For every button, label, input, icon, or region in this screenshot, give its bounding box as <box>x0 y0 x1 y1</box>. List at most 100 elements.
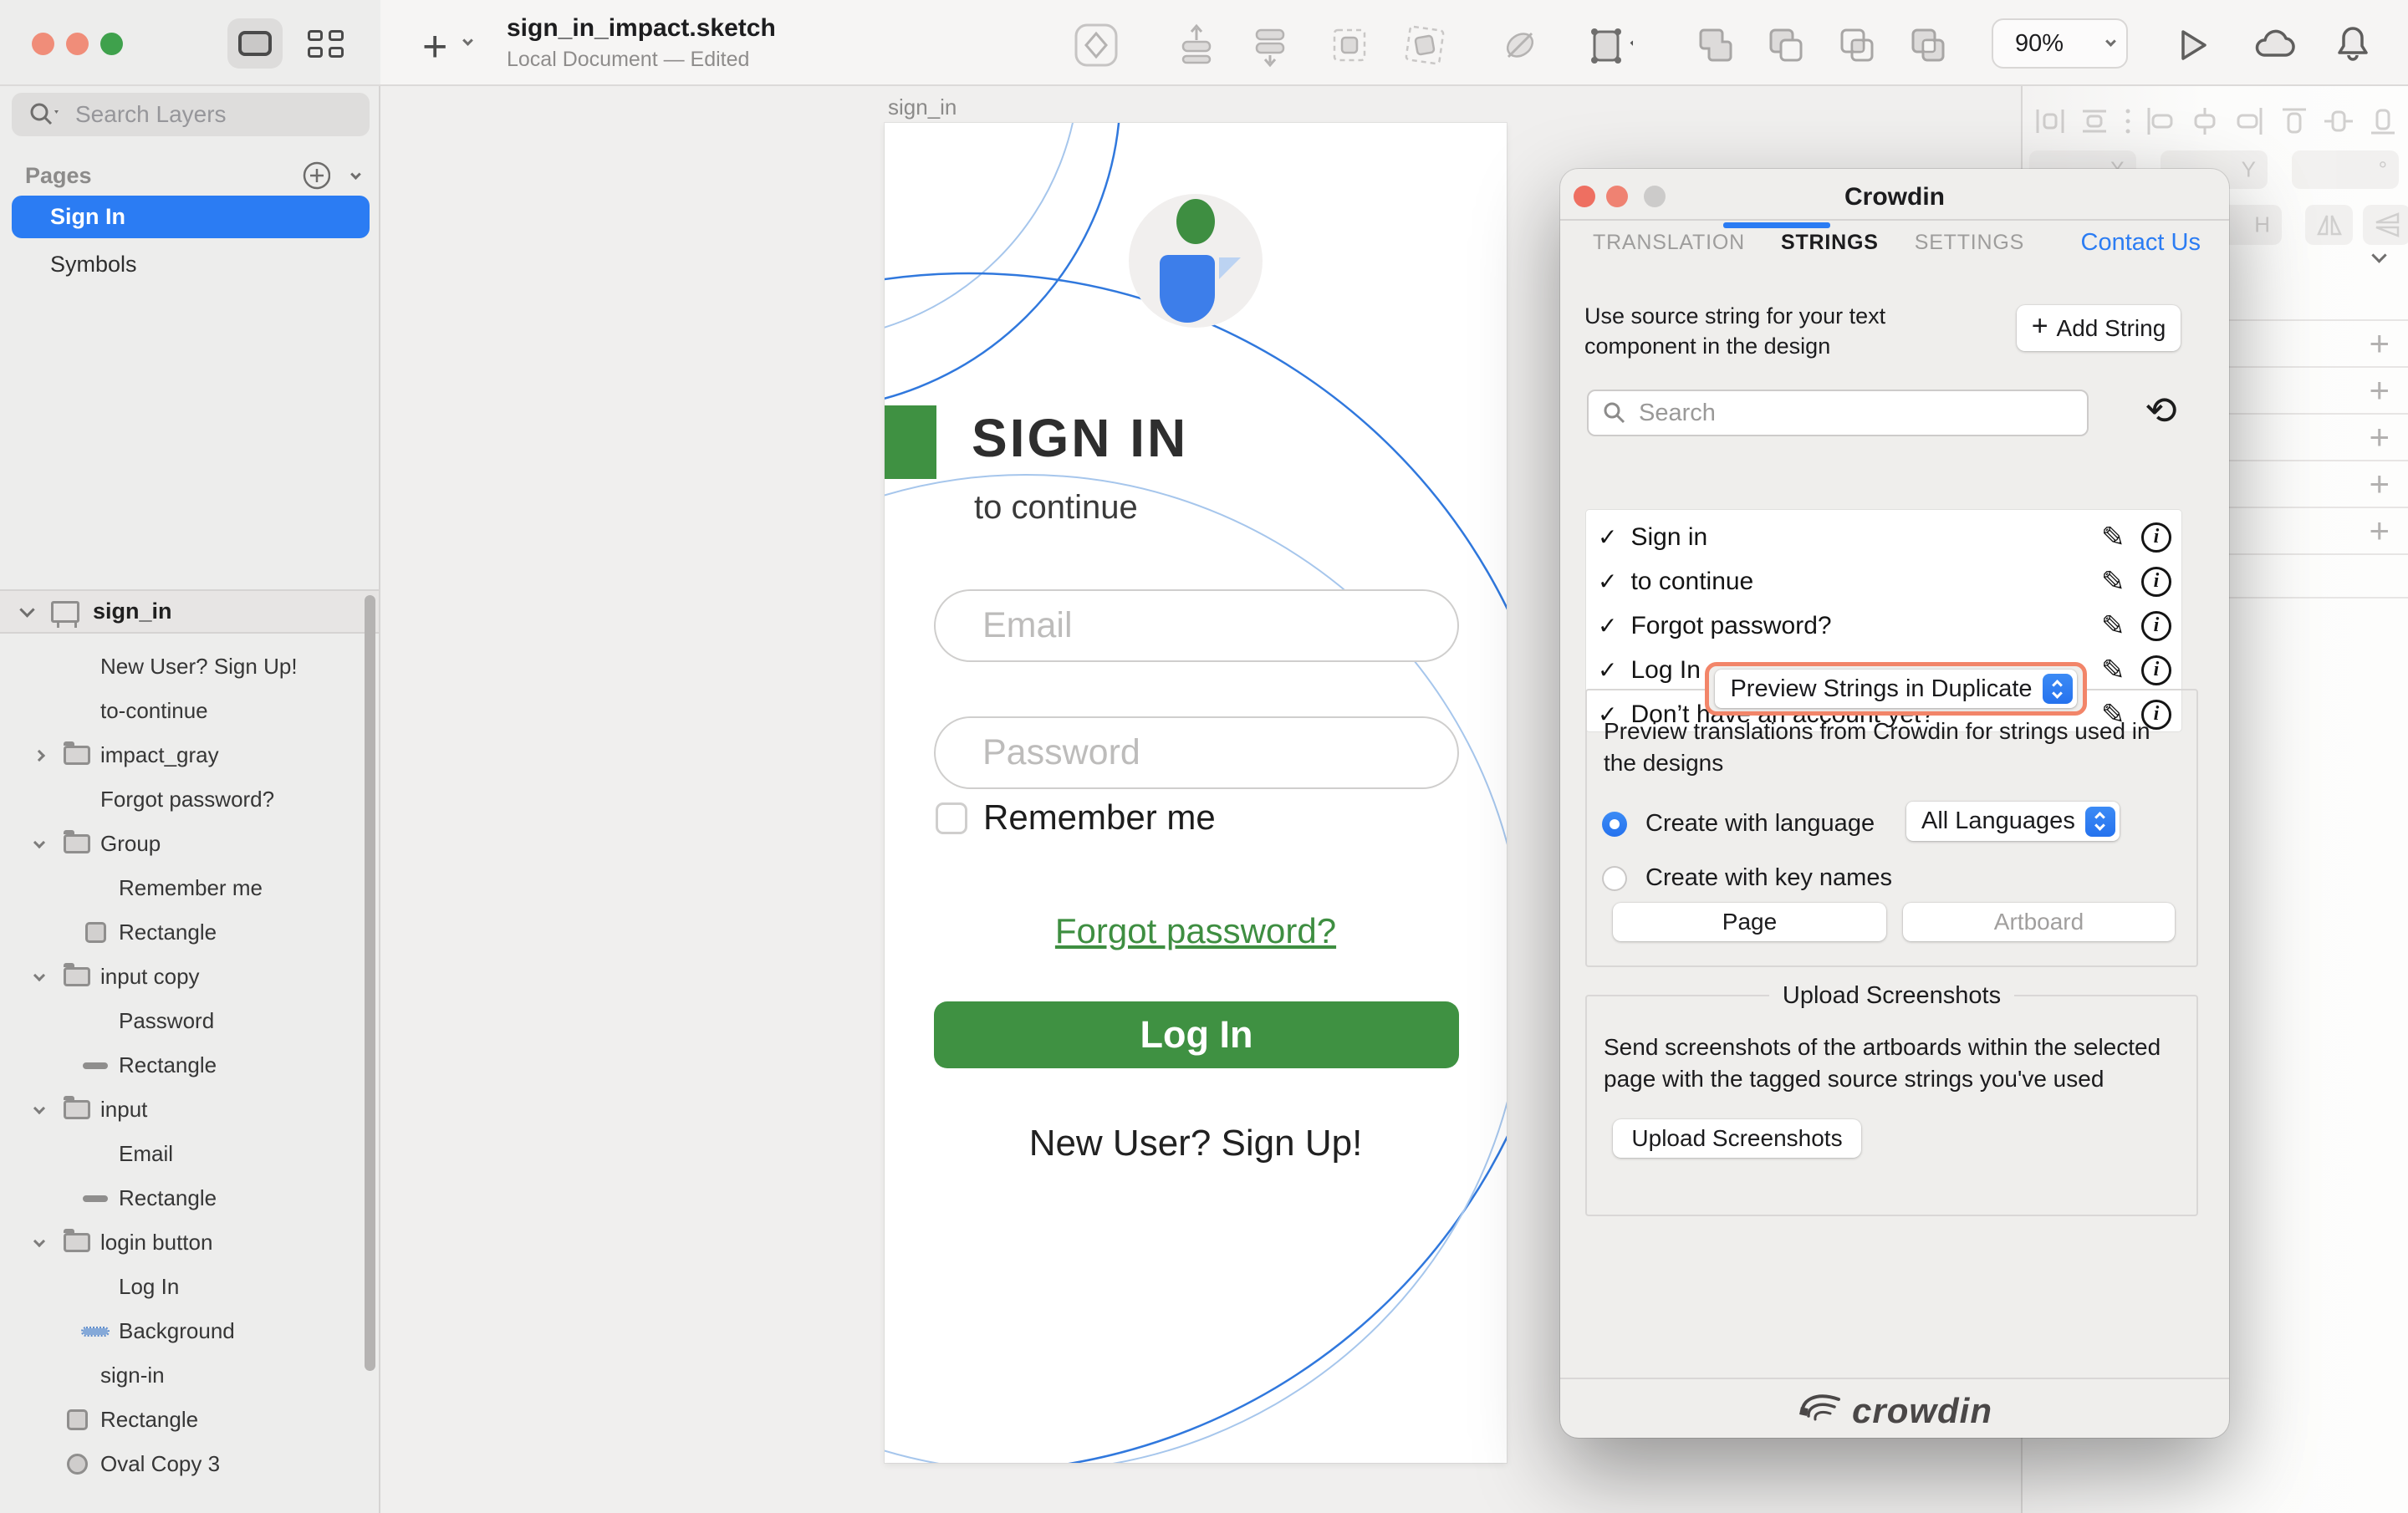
group-icon[interactable] <box>1326 22 1373 69</box>
tab-settings[interactable]: SETTINGS <box>1915 231 2024 255</box>
strings-search-input[interactable]: Search <box>1587 390 2089 436</box>
sidebar-page-symbols[interactable]: Symbols <box>12 243 370 286</box>
layer-row[interactable]: sign-in <box>0 1353 365 1398</box>
layer-row[interactable]: Rectangle <box>0 1398 365 1442</box>
layer-row[interactable]: Log In <box>0 1265 365 1309</box>
all-languages-dropdown[interactable]: All Languages <box>1906 802 2120 841</box>
layer-row[interactable]: Rectangle <box>0 910 365 955</box>
edit-pencil-icon[interactable]: ✎ <box>2101 521 2125 554</box>
layer-chevron-icon[interactable] <box>33 969 45 981</box>
layer-row[interactable]: input copy <box>0 955 365 999</box>
layer-row[interactable]: Background <box>0 1309 365 1353</box>
artboard-label[interactable]: sign_in <box>888 94 957 120</box>
sidebar-scrollbar[interactable] <box>365 595 375 1371</box>
align-center-horizontal-icon[interactable] <box>2187 104 2222 138</box>
add-style-icon[interactable]: + <box>2369 370 2390 410</box>
layer-row[interactable]: Remember me <box>0 866 365 910</box>
email-field[interactable]: Email <box>934 589 1459 662</box>
rotate-icon[interactable] <box>1497 22 1543 69</box>
string-row[interactable]: ✓ Forgot password? ✎ i <box>1586 604 2181 648</box>
page-button[interactable]: Page <box>1613 903 1886 941</box>
cloud-share-button[interactable] <box>2249 22 2296 69</box>
flip-vertical-button[interactable] <box>2363 205 2408 245</box>
resize-constraints-icon[interactable] <box>1586 22 1633 69</box>
align-left-icon[interactable] <box>2143 104 2178 138</box>
components-view-toggle[interactable] <box>298 18 353 69</box>
preview-play-button[interactable] <box>2168 22 2215 69</box>
shape-tool-icon[interactable] <box>1073 22 1120 69</box>
info-icon[interactable]: i <box>2141 567 2171 597</box>
close-window-button[interactable] <box>32 33 54 55</box>
layer-row[interactable]: login button <box>0 1220 365 1265</box>
tab-strings[interactable]: STRINGS <box>1781 231 1879 255</box>
layer-row[interactable]: Rectangle <box>0 1043 365 1088</box>
create-with-language-option[interactable]: Create with language <box>1602 810 1875 838</box>
layer-row[interactable]: Forgot password? <box>0 777 365 822</box>
rotation-field[interactable]: ° <box>2292 150 2399 189</box>
log-in-button[interactable]: Log In <box>934 1001 1459 1068</box>
search-layers-input[interactable]: Search Layers <box>12 93 370 136</box>
edit-pencil-icon[interactable]: ✎ <box>2101 654 2125 687</box>
refresh-icon[interactable]: ⟳ <box>2145 388 2178 433</box>
create-with-key-names-option[interactable]: Create with key names <box>1602 864 1892 892</box>
info-icon[interactable]: i <box>2141 611 2171 641</box>
insert-button[interactable]: + <box>422 22 447 72</box>
boolean-difference-icon[interactable] <box>1905 22 1951 69</box>
layer-chevron-icon[interactable] <box>33 836 45 848</box>
canvas-view-toggle[interactable] <box>227 18 283 69</box>
fullscreen-window-button[interactable] <box>100 33 123 55</box>
layer-row[interactable]: Password <box>0 999 365 1043</box>
string-row[interactable]: ✓ Sign in ✎ i <box>1586 515 2181 559</box>
artboard-button[interactable]: Artboard <box>1903 903 2175 941</box>
add-style-icon[interactable]: + <box>2369 323 2390 364</box>
add-page-icon[interactable] <box>301 160 331 191</box>
info-icon[interactable]: i <box>2141 655 2171 685</box>
edit-pencil-icon[interactable]: ✎ <box>2101 565 2125 599</box>
ungroup-icon[interactable] <box>1401 22 1448 69</box>
zoom-level-control[interactable]: 90% <box>1992 18 2128 69</box>
distribute-horizontal-icon[interactable] <box>2033 104 2068 138</box>
edit-pencil-icon[interactable]: ✎ <box>2101 609 2125 643</box>
string-row[interactable]: ✓ to continue ✎ i <box>1586 559 2181 604</box>
more-options-icon[interactable] <box>2122 104 2134 138</box>
boolean-union-icon[interactable] <box>1692 22 1739 69</box>
info-icon[interactable]: i <box>2141 522 2171 553</box>
layers-root-row[interactable]: sign_in <box>0 589 379 634</box>
artboard-sign-in[interactable]: SIGN IN to continue Email Password Remem… <box>885 123 1507 1463</box>
layer-row[interactable]: Oval Copy 3 <box>0 1442 365 1486</box>
layer-row[interactable]: Group <box>0 822 365 866</box>
sign-up-text[interactable]: New User? Sign Up! <box>885 1123 1507 1164</box>
notifications-bell-button[interactable] <box>2329 22 2376 69</box>
tab-translation[interactable]: TRANSLATION <box>1593 231 1745 255</box>
layer-chevron-icon[interactable] <box>33 1102 45 1113</box>
layer-row[interactable]: Rectangle <box>0 1176 365 1220</box>
layer-chevron-icon[interactable] <box>33 749 45 761</box>
layer-chevron-icon[interactable] <box>33 1235 45 1246</box>
align-right-icon[interactable] <box>2232 104 2267 138</box>
distribute-vertical-icon[interactable] <box>2077 104 2112 138</box>
forgot-password-link[interactable]: Forgot password? <box>885 911 1507 951</box>
insert-chevron-icon[interactable] <box>462 35 473 46</box>
minimize-window-button[interactable] <box>66 33 89 55</box>
layer-row[interactable]: input <box>0 1088 365 1132</box>
section-collapse-chevron-icon[interactable] <box>2371 247 2386 262</box>
layer-row[interactable]: impact_gray <box>0 733 365 777</box>
distribute-vertically-icon[interactable] <box>1173 22 1220 69</box>
boolean-subtract-icon[interactable] <box>1763 22 1809 69</box>
add-string-button[interactable]: + Add String <box>2017 305 2181 351</box>
radio-unselected-icon[interactable] <box>1602 866 1627 891</box>
layer-row[interactable]: to-continue <box>0 689 365 733</box>
add-style-icon[interactable]: + <box>2369 511 2390 551</box>
flip-horizontal-button[interactable] <box>2305 205 2353 245</box>
password-field[interactable]: Password <box>934 716 1459 789</box>
add-style-icon[interactable]: + <box>2369 464 2390 504</box>
upload-screenshots-button[interactable]: Upload Screenshots <box>1613 1119 1861 1158</box>
distribute-horizontally-icon[interactable] <box>1247 22 1293 69</box>
align-middle-vertical-icon[interactable] <box>2321 104 2356 138</box>
contact-us-link[interactable]: Contact Us <box>2081 229 2201 257</box>
align-bottom-icon[interactable] <box>2365 104 2400 138</box>
pages-collapse-chevron-icon[interactable] <box>350 169 360 179</box>
remember-me-checkbox[interactable] <box>936 802 967 834</box>
layer-row[interactable]: New User? Sign Up! <box>0 644 365 689</box>
boolean-intersect-icon[interactable] <box>1834 22 1880 69</box>
